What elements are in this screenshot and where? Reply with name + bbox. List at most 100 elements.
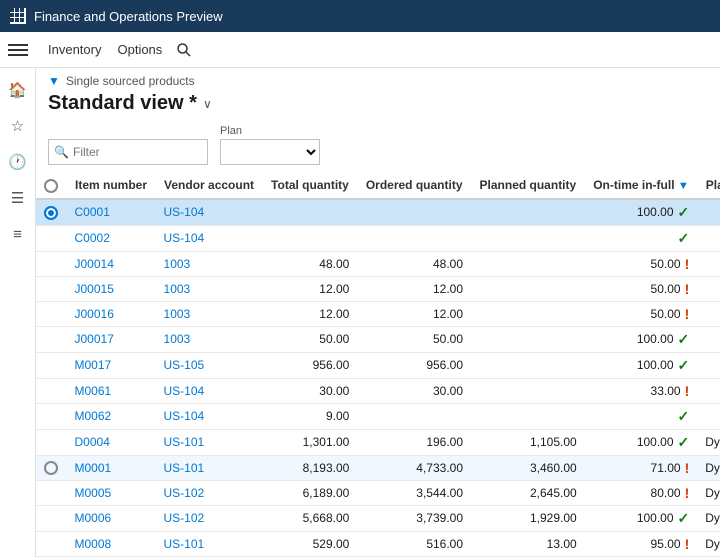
table-row[interactable]: C0001US-104100.00✓ [36,199,720,226]
plan-select[interactable]: DynPlan [220,139,320,165]
table-row[interactable]: M0006US-1025,668.003,739.001,929.00100.0… [36,505,720,531]
plan-cell [697,378,720,403]
row-radio[interactable] [36,531,67,556]
exclaim-icon: ! [685,460,690,476]
plan-cell [697,352,720,378]
col-header-ontime-infull[interactable]: On-time in-full ▼ [585,173,698,199]
row-radio[interactable] [36,251,67,276]
hamburger-menu[interactable] [8,40,28,60]
plan-cell: DynPlan [697,505,720,531]
filter-input[interactable] [48,139,208,165]
item-number-cell[interactable]: C0001 [67,199,156,226]
row-radio[interactable] [36,276,67,301]
plan-cell: DynPlan [697,429,720,455]
row-radio[interactable] [36,225,67,251]
row-radio[interactable] [36,378,67,403]
item-number-cell[interactable]: M0001 [67,455,156,480]
item-number-cell[interactable]: J00015 [67,276,156,301]
table-row[interactable]: J00017100350.0050.00100.00✓ [36,326,720,352]
item-number-cell[interactable]: M0008 [67,531,156,556]
nav-item-inventory[interactable]: Inventory [40,38,109,61]
ontime-value: 50.00 [651,257,681,271]
vendor-account-cell[interactable]: US-101 [156,429,263,455]
sidebar-menu-icon[interactable]: ☰ [4,184,32,212]
item-number-cell[interactable]: M0061 [67,378,156,403]
row-radio[interactable] [36,301,67,326]
table-row[interactable]: C0002US-104✓ [36,225,720,251]
sidebar-home-icon[interactable]: 🏠 [4,76,32,104]
filter-search-icon: 🔍 [54,145,69,159]
ordered-quantity-cell [357,225,471,251]
row-radio[interactable] [36,199,67,226]
row-radio[interactable] [36,480,67,505]
sidebar-list-icon[interactable]: ≡ [4,220,32,248]
col-header-plan[interactable]: Plan [697,173,720,199]
vendor-account-cell[interactable]: US-101 [156,531,263,556]
col-header-planned-quantity[interactable]: Planned quantity [471,173,585,199]
item-number-cell[interactable]: M0005 [67,480,156,505]
sidebar-clock-icon[interactable]: 🕐 [4,148,32,176]
vendor-account-cell[interactable]: US-104 [156,225,263,251]
table-row[interactable]: M0008US-101529.00516.0013.0095.00!DynPla… [36,531,720,556]
item-number-cell[interactable]: M0006 [67,505,156,531]
exclaim-icon: ! [685,485,690,501]
planned-quantity-cell: 1,105.00 [471,429,585,455]
select-all-radio[interactable] [44,179,58,193]
item-number-cell[interactable]: D0004 [67,429,156,455]
vendor-account-cell[interactable]: 1003 [156,276,263,301]
row-radio[interactable] [36,429,67,455]
plan-cell [697,301,720,326]
sidebar-star-icon[interactable]: ☆ [4,112,32,140]
vendor-account-cell[interactable]: 1003 [156,301,263,326]
item-number-cell[interactable]: J00016 [67,301,156,326]
col-header-total-quantity[interactable]: Total quantity [263,173,358,199]
item-number-cell[interactable]: J00014 [67,251,156,276]
total-quantity-cell: 12.00 [263,301,358,326]
vendor-account-cell[interactable]: US-105 [156,352,263,378]
table-row[interactable]: M0001US-1018,193.004,733.003,460.0071.00… [36,455,720,480]
vendor-account-cell[interactable]: US-104 [156,199,263,226]
table-row[interactable]: M0061US-10430.0030.0033.00! [36,378,720,403]
vendor-account-cell[interactable]: US-102 [156,480,263,505]
plan-filter-group: Plan DynPlan [220,125,320,165]
table-row[interactable]: M0005US-1026,189.003,544.002,645.0080.00… [36,480,720,505]
vendor-account-cell[interactable]: 1003 [156,251,263,276]
vendor-account-cell[interactable]: US-102 [156,505,263,531]
nav-item-options[interactable]: Options [109,38,170,61]
item-number-cell[interactable]: M0062 [67,403,156,429]
view-dropdown-icon[interactable]: ∨ [203,97,212,111]
planned-quantity-cell: 3,460.00 [471,455,585,480]
col-header-vendor-account[interactable]: Vendor account [156,173,263,199]
row-radio[interactable] [36,326,67,352]
col-header-ordered-quantity[interactable]: Ordered quantity [357,173,471,199]
table-row[interactable]: M0062US-1049.00✓ [36,403,720,429]
layout: 🏠 ☆ 🕐 ☰ ≡ ▼ Single sourced products Stan… [0,68,720,557]
ontime-value: 100.00 [637,435,674,449]
vendor-account-cell[interactable]: US-104 [156,378,263,403]
ontime-infull-cell: 100.00✓ [585,430,698,455]
item-number-cell[interactable]: J00017 [67,326,156,352]
row-radio[interactable] [36,455,67,480]
item-number-cell[interactable]: C0002 [67,225,156,251]
table-row[interactable]: M0017US-105956.00956.00100.00✓ [36,352,720,378]
page-title: Standard view * [48,92,197,115]
filter-input-wrapper: 🔍 [48,139,208,165]
row-radio[interactable] [36,505,67,531]
table-row[interactable]: J00014100348.0048.0050.00! [36,251,720,276]
app-title: Finance and Operations Preview [34,9,223,24]
table-row[interactable]: J00015100312.0012.0050.00! [36,276,720,301]
plan-cell [697,225,720,251]
search-icon[interactable] [174,40,194,60]
vendor-account-cell[interactable]: 1003 [156,326,263,352]
vendor-account-cell[interactable]: US-101 [156,455,263,480]
row-radio[interactable] [36,352,67,378]
table-row[interactable]: D0004US-1011,301.00196.001,105.00100.00✓… [36,429,720,455]
row-radio[interactable] [36,403,67,429]
radio-circle[interactable] [44,206,58,220]
filter-icon[interactable]: ▼ [48,74,60,88]
col-header-item-number[interactable]: Item number [67,173,156,199]
vendor-account-cell[interactable]: US-104 [156,403,263,429]
radio-circle[interactable] [44,461,58,475]
table-row[interactable]: J00016100312.0012.0050.00! [36,301,720,326]
item-number-cell[interactable]: M0017 [67,352,156,378]
